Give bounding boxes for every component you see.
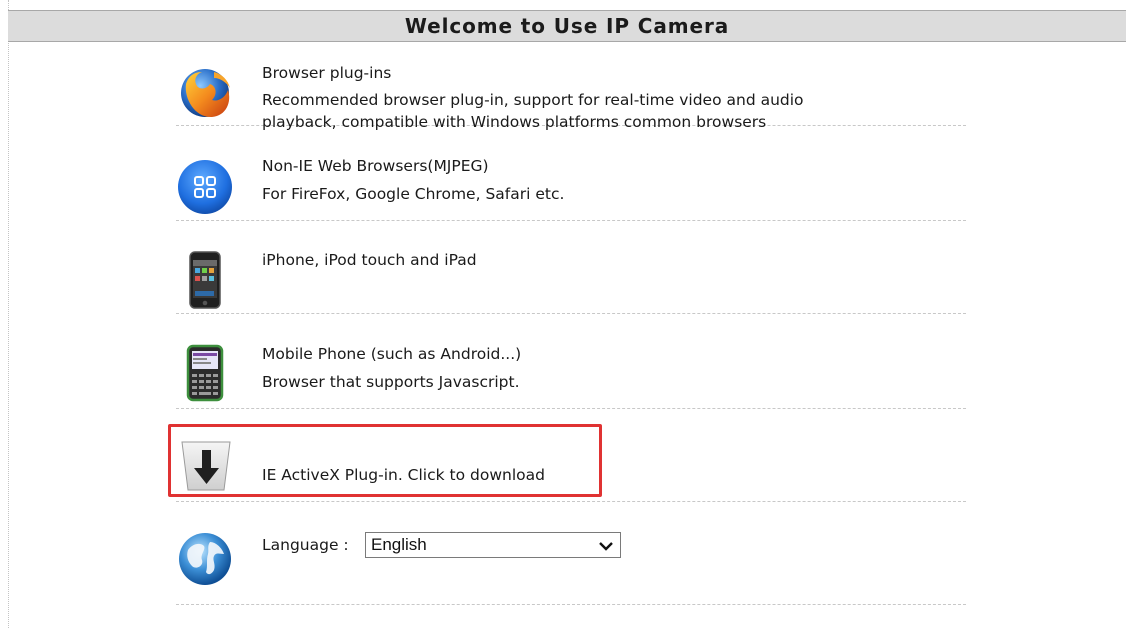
- highlight-box: [168, 424, 602, 497]
- item-title: Browser plug-ins: [262, 64, 392, 82]
- item-description: playback, compatible with Windows platfo…: [262, 113, 767, 131]
- page-title: Welcome to Use IP Camera: [8, 10, 1126, 42]
- item-title: iPhone, iPod touch and iPad: [262, 251, 477, 269]
- globe-icon: [176, 530, 236, 590]
- app-grid-icon: [176, 158, 236, 218]
- item-title: Mobile Phone (such as Android...): [262, 345, 522, 363]
- iphone-icon: [176, 250, 236, 310]
- language-selected-value: English: [371, 535, 427, 554]
- mobile-phone-icon: [176, 344, 236, 404]
- firefox-icon: [176, 64, 236, 124]
- item-description: Browser that supports Javascript.: [262, 373, 520, 391]
- language-label: Language :: [262, 536, 349, 554]
- item-description: For FireFox, Google Chrome, Safari etc.: [262, 185, 565, 203]
- list-item-browser-plugins[interactable]: Browser plug-ins Recommended browser plu…: [176, 58, 966, 131]
- list-item-iphone[interactable]: iPhone, iPod touch and iPad: [176, 242, 966, 314]
- language-select[interactable]: English: [365, 532, 621, 558]
- list-item-non-ie-browsers[interactable]: Non-IE Web Browsers(MJPEG) For FireFox, …: [176, 148, 966, 221]
- chevron-down-icon: [598, 537, 614, 561]
- item-title: Non-IE Web Browsers(MJPEG): [262, 157, 489, 175]
- list-item-mobile-phone[interactable]: Mobile Phone (such as Android...) Browse…: [176, 336, 966, 409]
